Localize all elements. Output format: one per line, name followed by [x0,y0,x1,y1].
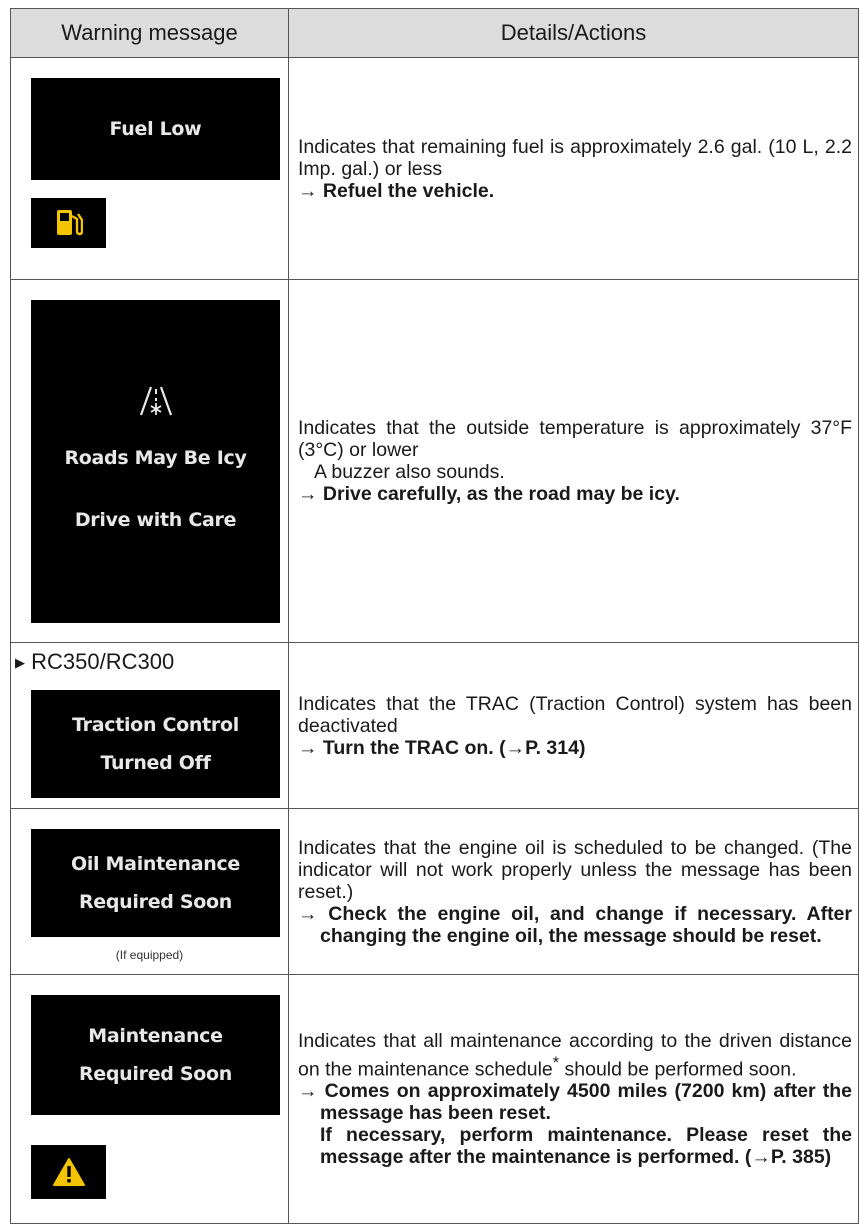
triangle-bullet-icon: ▶ [15,655,25,670]
action-text: → Check the engine oil, and change if ne… [298,902,852,947]
screen-line: Oil Maintenance [70,853,241,875]
screen-line: Roads May Be Icy [64,446,247,469]
display-screen: Traction Control Turned Off [31,690,280,798]
screen-line: Fuel Low [109,118,202,140]
display-screen: Maintenance Required Soon [31,995,280,1115]
screen-line: Required Soon [78,1063,233,1085]
screen-line: Drive with Care [74,508,237,531]
details-text: Indicates that all maintenance according… [298,1030,852,1081]
table-row: Fuel Low Indicates that remaining fuel i… [10,57,859,280]
fuel-pump-icon [31,198,106,248]
details-cell: Indicates that the outside temperature i… [288,279,859,643]
model-text: RC350/RC300 [31,649,175,674]
action-text: → Refuel the vehicle. [298,179,495,202]
warning-message-cell: Roads May Be Icy Drive with Care [10,279,289,643]
warning-message-cell: Oil Maintenance Required Soon (If equipp… [10,808,289,975]
action-text: → Comes on approximately 4500 miles (720… [298,1080,852,1125]
details-cell: Indicates that all maintenance according… [288,974,859,1224]
details-text: Indicates that remaining fuel is approxi… [298,135,852,180]
display-screen: Oil Maintenance Required Soon [31,829,280,937]
table-header-row: Warning message Details/Actions [10,8,859,58]
warning-message-cell: Fuel Low [10,57,289,280]
details-cell: Indicates that the TRAC (Traction Contro… [288,642,859,809]
details-text-part: should be performed soon. [559,1058,797,1081]
details-text: Indicates that the outside temperature i… [298,417,852,461]
details-cell: Indicates that remaining fuel is approxi… [288,57,859,280]
screen-line: Turned Off [100,752,211,774]
screen-line: Traction Control [72,714,239,736]
details-text: Indicates that the engine oil is schedul… [298,836,852,903]
details-cell: Indicates that the engine oil is schedul… [288,808,859,975]
if-equipped-note: (If equipped) [115,948,184,962]
table-row: ▶ RC350/RC300 Traction Control Turned Of… [10,642,859,809]
warning-message-table: Warning message Details/Actions Fuel Low [10,8,859,1224]
action-text-continued: If necessary, perform maintenance. Pleas… [320,1124,852,1169]
warning-message-cell: ▶ RC350/RC300 Traction Control Turned Of… [10,642,289,809]
screen-line: Maintenance [88,1025,223,1047]
action-text: → Turn the TRAC on. (→P. 314) [298,736,586,759]
display-screen: Roads May Be Icy Drive with Care [31,300,280,623]
action-text: → Drive carefully, as the road may be ic… [298,483,680,505]
model-label: ▶ RC350/RC300 [15,649,174,675]
column-header-warning-message: Warning message [10,8,289,58]
details-text: Indicates that the TRAC (Traction Contro… [298,692,852,737]
table-row: Maintenance Required Soon Indicates that… [10,974,859,1224]
warning-message-cell: Maintenance Required Soon [10,974,289,1224]
warning-triangle-icon [31,1145,106,1199]
column-header-details-actions: Details/Actions [288,8,859,58]
icy-road-icon [139,385,173,421]
table-row: Roads May Be Icy Drive with Care Indicat… [10,279,859,643]
screen-line: Required Soon [78,891,233,913]
table-row: Oil Maintenance Required Soon (If equipp… [10,808,859,975]
note-text: A buzzer also sounds. [314,461,505,483]
display-screen: Fuel Low [31,78,280,180]
